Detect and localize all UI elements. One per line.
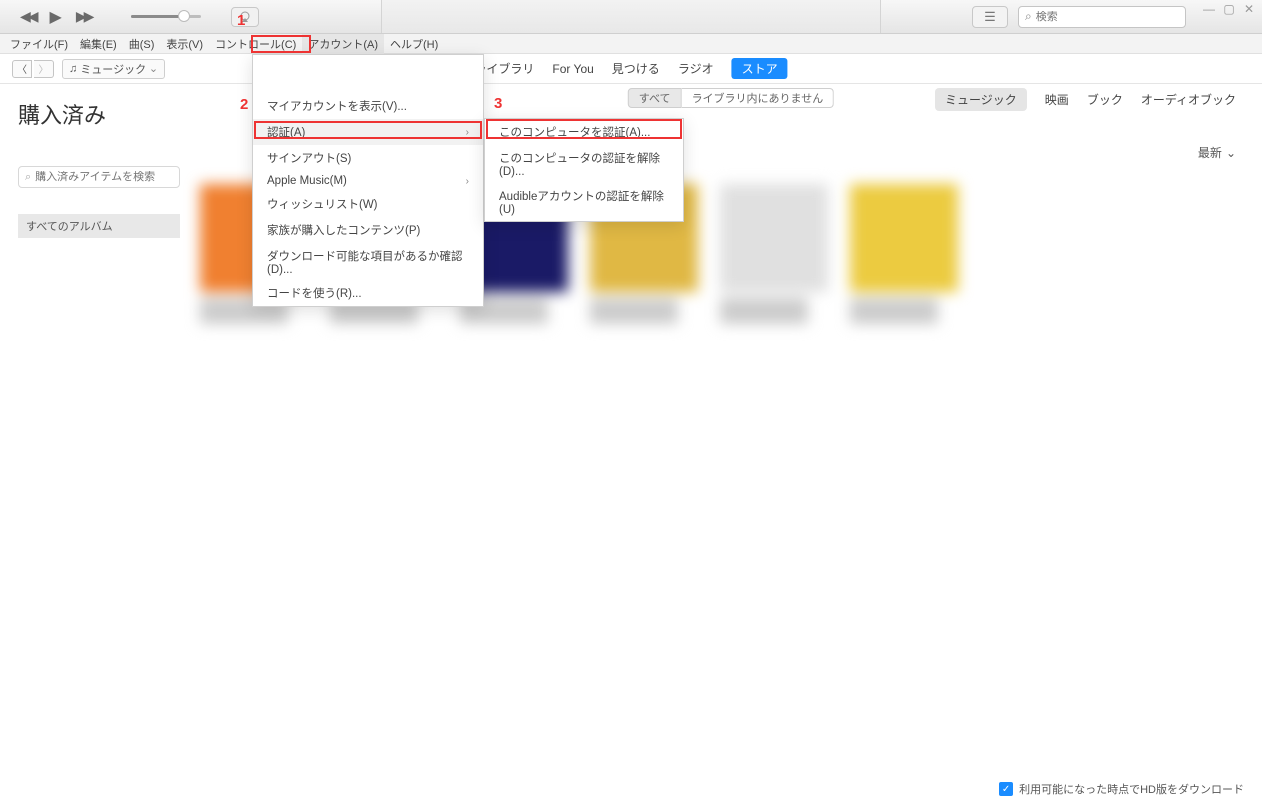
chevron-right-icon: › bbox=[466, 176, 469, 187]
media-type-label: ミュージック bbox=[80, 61, 146, 77]
list-view-button[interactable]: ☰ bbox=[972, 6, 1008, 28]
submenu-deauthorize-computer[interactable]: このコンピュータの認証を解除(D)... bbox=[485, 145, 683, 183]
cat-movies[interactable]: 映画 bbox=[1045, 91, 1069, 108]
chevron-right-icon: › bbox=[466, 127, 469, 138]
submenu-deauthorize-audible[interactable]: Audibleアカウントの認証を解除(U) bbox=[485, 183, 683, 221]
category-tabs: ミュージック 映画 ブック オーディオブック bbox=[935, 88, 1236, 111]
menu-apple-music[interactable]: Apple Music(M)› bbox=[253, 171, 483, 192]
menu-song[interactable]: 曲(S) bbox=[123, 34, 161, 54]
nav-forward-button[interactable]: 〉 bbox=[34, 60, 54, 78]
tab-browse[interactable]: 見つける bbox=[612, 60, 660, 77]
cat-books[interactable]: ブック bbox=[1087, 91, 1123, 108]
menu-file[interactable]: ファイル(F) bbox=[4, 34, 74, 54]
airplay-icon bbox=[238, 11, 252, 23]
menu-controls[interactable]: コントロール(C) bbox=[209, 34, 302, 54]
play-icon[interactable]: ▶ bbox=[50, 7, 62, 27]
airplay-button[interactable] bbox=[231, 7, 259, 27]
album-card[interactable] bbox=[850, 184, 958, 324]
menu-redeem-code[interactable]: コードを使う(R)... bbox=[253, 281, 483, 306]
menu-help[interactable]: ヘルプ(H) bbox=[384, 34, 444, 54]
bottom-bar: ✓ 利用可能になった時点でHD版をダウンロード bbox=[0, 778, 1262, 800]
search-icon: ⌕ bbox=[25, 171, 31, 184]
hd-download-label: 利用可能になった時点でHD版をダウンロード bbox=[1019, 781, 1244, 797]
album-filter-all[interactable]: すべてのアルバム bbox=[18, 214, 180, 238]
menu-authorizations[interactable]: 認証(A)› bbox=[253, 119, 483, 145]
volume-slider[interactable] bbox=[131, 15, 201, 18]
sort-dropdown[interactable]: 最新 ⌄ bbox=[1198, 144, 1236, 161]
media-type-select[interactable]: ♫ ミュージック bbox=[62, 59, 165, 79]
cat-music[interactable]: ミュージック bbox=[935, 88, 1027, 111]
purchased-filter-input[interactable] bbox=[35, 171, 177, 183]
tab-radio[interactable]: ラジオ bbox=[678, 60, 714, 77]
maximize-button[interactable]: ▢ bbox=[1222, 2, 1236, 16]
previous-track-icon[interactable]: ◀◀ bbox=[20, 8, 36, 25]
page-title: 購入済み bbox=[18, 98, 188, 130]
menu-wishlist[interactable]: ウィッシュリスト(W) bbox=[253, 192, 483, 217]
playback-controls: ◀◀ ▶ ▶▶ bbox=[0, 7, 91, 27]
list-icon: ☰ bbox=[984, 9, 996, 25]
music-note-icon: ♫ bbox=[69, 63, 77, 75]
account-dropdown: マイアカウントを表示(V)... 認証(A)› サインアウト(S) Apple … bbox=[252, 54, 484, 307]
nav-arrows: 〈 〉 bbox=[12, 60, 54, 78]
menu-check-downloads[interactable]: ダウンロード可能な項目があるか確認(D)... bbox=[253, 243, 483, 281]
cat-audiobooks[interactable]: オーディオブック bbox=[1141, 91, 1236, 108]
tab-foryou[interactable]: For You bbox=[552, 62, 593, 76]
subtab-not-in-library[interactable]: ライブラリ内にありません bbox=[682, 88, 835, 108]
close-button[interactable]: ✕ bbox=[1242, 2, 1256, 16]
menu-family-purchases[interactable]: 家族が購入したコンテンツ(P) bbox=[253, 217, 483, 243]
next-track-icon[interactable]: ▶▶ bbox=[76, 8, 92, 25]
left-column: 購入済み ⌕ すべてのアルバム bbox=[0, 84, 200, 778]
menu-edit[interactable]: 編集(E) bbox=[74, 34, 123, 54]
search-input[interactable] bbox=[1036, 11, 1179, 23]
secondary-toolbar: 〈 〉 ♫ ミュージック ライブラリ For You 見つける ラジオ ストア bbox=[0, 54, 1262, 84]
search-icon: ⌕ bbox=[1025, 9, 1032, 24]
hd-download-checkbox[interactable]: ✓ bbox=[999, 782, 1013, 796]
nav-back-button[interactable]: 〈 bbox=[12, 60, 32, 78]
authorize-submenu: このコンピュータを認証(A)... このコンピュータの認証を解除(D)... A… bbox=[484, 118, 684, 222]
now-playing-lcd bbox=[381, 0, 881, 33]
tab-store[interactable]: ストア bbox=[732, 58, 788, 79]
purchase-subtabs: すべて ライブラリ内にありません bbox=[628, 88, 834, 108]
global-search[interactable]: ⌕ bbox=[1018, 6, 1186, 28]
player-bar: ◀◀ ▶ ▶▶ ☰ ⌕ — ▢ ✕ bbox=[0, 0, 1262, 34]
album-card[interactable] bbox=[720, 184, 828, 324]
sort-label: 最新 bbox=[1198, 144, 1222, 161]
subtab-all[interactable]: すべて bbox=[628, 88, 682, 108]
menu-bar: ファイル(F) 編集(E) 曲(S) 表示(V) コントロール(C) アカウント… bbox=[0, 34, 1262, 54]
main-tabs: ライブラリ For You 見つける ラジオ ストア bbox=[474, 58, 787, 79]
chevron-down-icon: ⌄ bbox=[1226, 146, 1236, 160]
minimize-button[interactable]: — bbox=[1202, 2, 1216, 16]
submenu-authorize-computer[interactable]: このコンピュータを認証(A)... bbox=[485, 119, 683, 145]
purchased-filter-search[interactable]: ⌕ bbox=[18, 166, 180, 188]
menu-account[interactable]: アカウント(A) bbox=[302, 34, 384, 54]
window-controls: — ▢ ✕ bbox=[1202, 2, 1256, 16]
menu-view-my-account[interactable]: マイアカウントを表示(V)... bbox=[253, 93, 483, 119]
menu-view[interactable]: 表示(V) bbox=[160, 34, 209, 54]
menu-sign-out[interactable]: サインアウト(S) bbox=[253, 145, 483, 171]
